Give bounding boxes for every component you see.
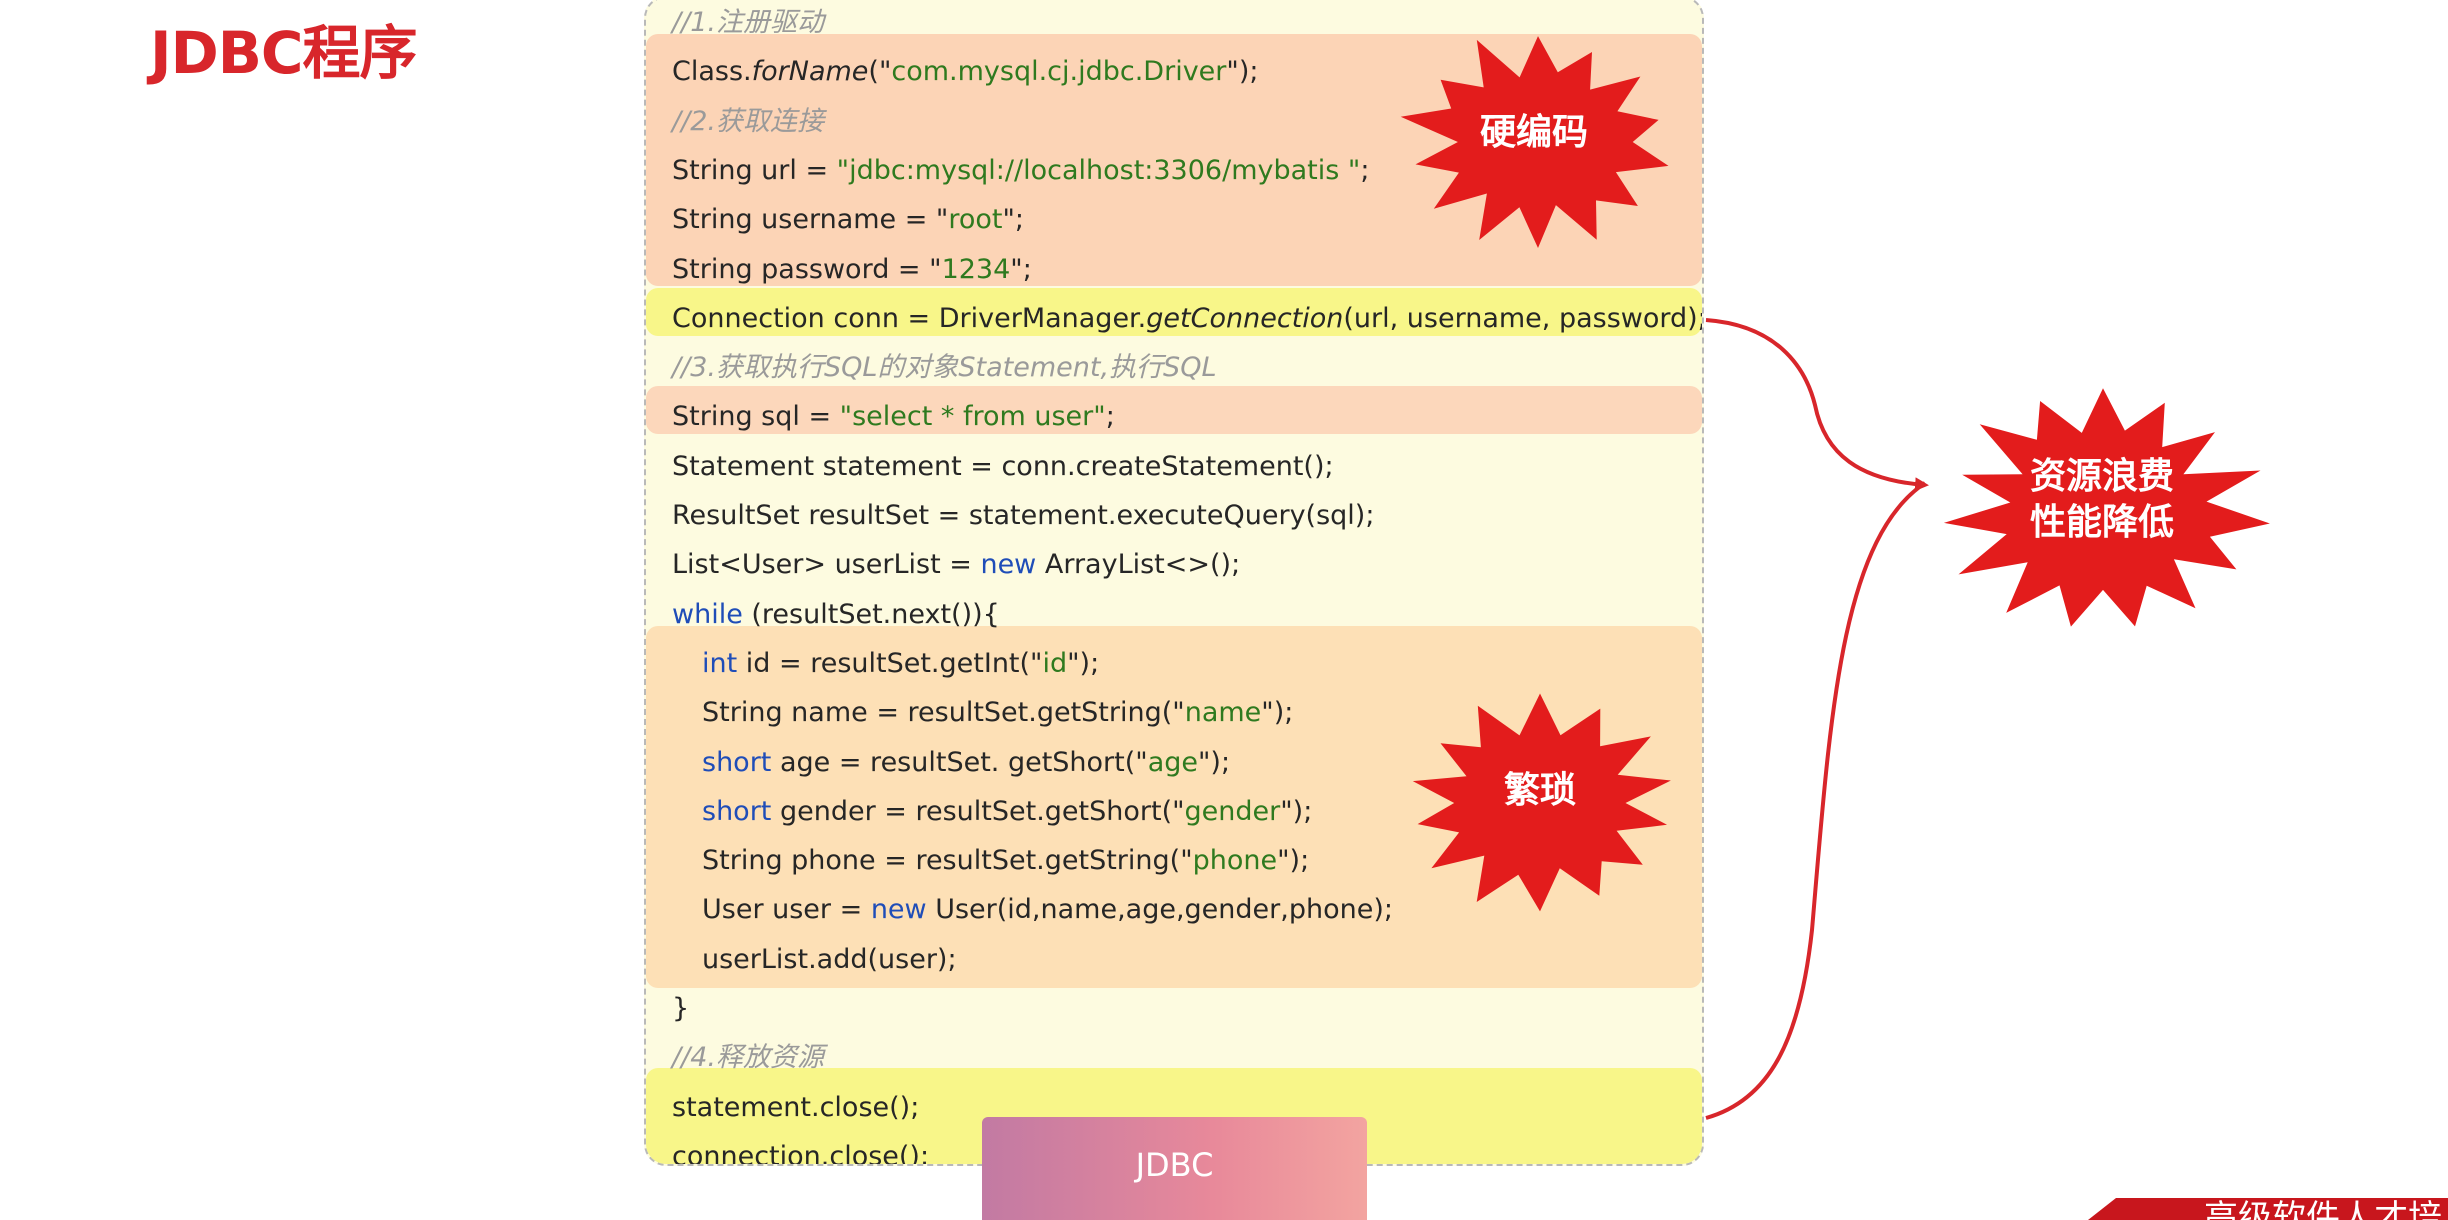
code-token: ArrayList<>(); bbox=[1036, 549, 1241, 581]
code-token: User user = bbox=[702, 894, 871, 926]
code-token: id = resultSet.getInt(" bbox=[737, 647, 1043, 679]
string-literal: root bbox=[948, 204, 1003, 236]
code-token: String sql = bbox=[672, 401, 840, 433]
hardcode-label: 硬编码 bbox=[1479, 112, 1588, 153]
code-token: gender = resultSet.getShort(" bbox=[771, 795, 1185, 827]
code-token: List<User> userList = bbox=[672, 549, 981, 581]
resource-waste-line2: 性能降低 bbox=[2029, 502, 2174, 543]
code-line: statement.close(); bbox=[672, 1083, 919, 1132]
code-line: userList.add(user); bbox=[702, 935, 957, 984]
code-line: connection.close(); bbox=[672, 1132, 930, 1166]
keyword: int bbox=[702, 647, 738, 679]
code-token: ResultSet resultSet = statement.executeQ… bbox=[672, 500, 1375, 531]
code-token: User(id,name,age,gender,phone); bbox=[926, 894, 1393, 926]
code-token: "; bbox=[1002, 204, 1025, 236]
code-comment: //4.释放资源 bbox=[672, 1042, 824, 1074]
code-line: short age = resultSet. getShort("age"); bbox=[702, 738, 1230, 787]
connector-arrow-bottom bbox=[1705, 481, 1927, 1120]
code-token: String name = resultSet.getString(" bbox=[702, 697, 1185, 729]
string-literal: "select * from user" bbox=[839, 401, 1106, 433]
code-token: "; bbox=[1010, 253, 1032, 285]
code-token: "); bbox=[1226, 56, 1259, 88]
code-token: (url, username, password); bbox=[1343, 302, 1704, 334]
tedious-label: 繁琐 bbox=[1503, 770, 1576, 811]
resource-waste-line1: 资源浪费 bbox=[2029, 456, 2174, 497]
code-comment: //1.注册驱动 bbox=[672, 7, 824, 38]
code-token: (resultSet.next()){ bbox=[742, 598, 1000, 630]
code-line: Class.forName("com.mysql.cj.jdbc.Driver"… bbox=[672, 47, 1258, 96]
string-literal: "jdbc:mysql://localhost:3306/mybatis " bbox=[836, 154, 1361, 186]
code-token: userList.add(user); bbox=[702, 943, 957, 975]
code-line: String username = "root"; bbox=[672, 195, 1024, 244]
code-line: } bbox=[672, 984, 689, 1033]
code-token: "); bbox=[1280, 795, 1313, 827]
code-token: Class. bbox=[672, 56, 752, 88]
code-token: statement.close(); bbox=[672, 1091, 920, 1123]
string-literal: com.mysql.cj.jdbc.Driver bbox=[891, 56, 1227, 88]
code-line: List<User> userList = new ArrayList<>(); bbox=[672, 540, 1240, 589]
code-line: while (resultSet.next()){ bbox=[672, 590, 1000, 639]
code-comment: //3.获取执行SQL的对象Statement,执行SQL bbox=[672, 352, 1217, 384]
code-line: String password = "1234"; bbox=[672, 245, 1032, 294]
code-line: User user = new User(id,name,age,gender,… bbox=[702, 885, 1393, 934]
code-token: "); bbox=[1067, 647, 1100, 679]
code-token: } bbox=[672, 993, 690, 1024]
string-literal: age bbox=[1147, 746, 1198, 778]
code-comment: //2.获取连接 bbox=[672, 105, 824, 137]
code-token: String phone = resultSet.getString(" bbox=[702, 845, 1193, 877]
code-line: short gender = resultSet.getShort("gende… bbox=[702, 787, 1312, 836]
code-token: Statement statement = conn.createStateme… bbox=[672, 450, 1334, 482]
code-line: ResultSet resultSet = statement.executeQ… bbox=[672, 491, 1374, 540]
string-literal: name bbox=[1184, 697, 1262, 729]
keyword: new bbox=[980, 549, 1037, 581]
keyword: short bbox=[702, 795, 772, 827]
code-token: age = resultSet. getShort(" bbox=[771, 746, 1148, 778]
code-token: ; bbox=[1360, 154, 1370, 186]
jdbc-tab[interactable]: JDBC bbox=[982, 1117, 1367, 1220]
code-token: "); bbox=[1261, 697, 1294, 729]
code-line: Statement statement = conn.createStateme… bbox=[672, 442, 1334, 491]
code-token: String username = " bbox=[672, 204, 949, 236]
code-line: String name = resultSet.getString("name"… bbox=[702, 688, 1293, 737]
code-token: Connection conn = DriverManager. bbox=[672, 302, 1147, 334]
resource-waste-label: 资源浪费 性能降低 bbox=[1990, 454, 2214, 546]
code-token: connection.close(); bbox=[672, 1140, 930, 1166]
corner-banner-text: 高级软件人才培 bbox=[2204, 1198, 2442, 1220]
connector-arrow-top bbox=[1705, 318, 1929, 492]
string-literal: 1234 bbox=[941, 253, 1011, 285]
slide-title: JDBC程序 bbox=[150, 19, 417, 87]
code-token: (" bbox=[868, 56, 892, 88]
code-token: String password = " bbox=[672, 253, 942, 285]
code-token: "); bbox=[1198, 746, 1231, 778]
code-token: ; bbox=[1105, 401, 1115, 433]
string-literal: id bbox=[1042, 647, 1068, 679]
keyword: short bbox=[702, 746, 772, 778]
method-name: forName bbox=[751, 56, 869, 88]
code-line: int id = resultSet.getInt("id"); bbox=[702, 639, 1099, 688]
code-token: String url = bbox=[672, 154, 837, 186]
keyword: while bbox=[672, 598, 743, 630]
code-line: String phone = resultSet.getString("phon… bbox=[702, 836, 1309, 885]
code-line: String sql = "select * from user"; bbox=[672, 392, 1115, 441]
string-literal: gender bbox=[1184, 795, 1281, 827]
code-line: Connection conn = DriverManager.getConne… bbox=[672, 294, 1704, 343]
code-line: String url = "jdbc:mysql://localhost:330… bbox=[672, 146, 1369, 195]
keyword: new bbox=[870, 894, 927, 926]
method-name: getConnection bbox=[1146, 302, 1344, 334]
code-token: "); bbox=[1277, 845, 1310, 877]
string-literal: phone bbox=[1192, 845, 1278, 877]
